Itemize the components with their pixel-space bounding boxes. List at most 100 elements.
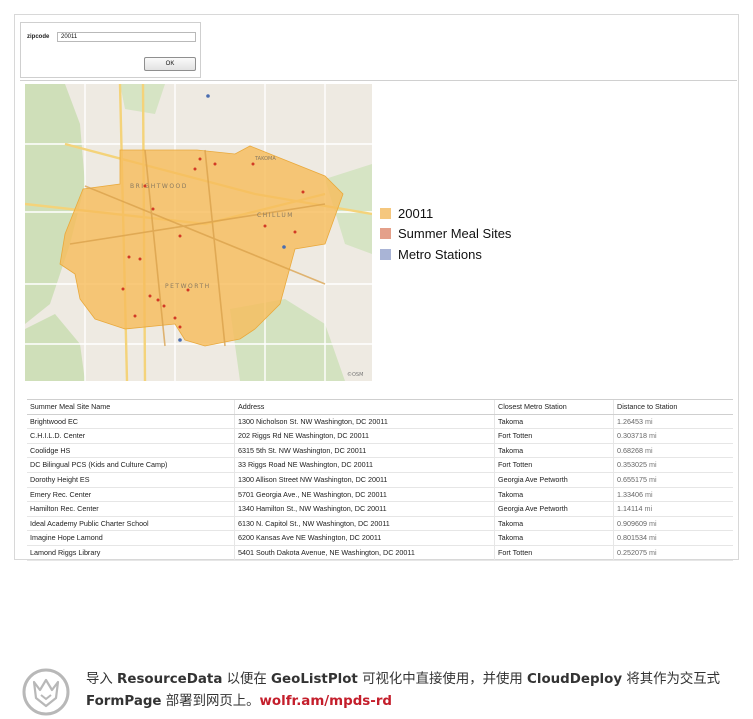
wolfram-wolf-logo-icon bbox=[22, 668, 70, 716]
metro-station-cell: Georgia Ave Petworth bbox=[495, 472, 614, 487]
zipcode-input[interactable]: 20011 bbox=[57, 32, 196, 42]
table-row: C.H.I.L.D. Center 202 Riggs Rd NE Washing… bbox=[27, 429, 733, 444]
address-cell: 5401 South Dakota Avenue, NE Washington,… bbox=[235, 545, 495, 560]
site-name-cell: Dorothy Height ES bbox=[27, 472, 235, 487]
footer-term-geolistplot: GeoListPlot bbox=[271, 672, 358, 687]
distance-value: 1.33406 bbox=[617, 489, 643, 499]
site-name-cell: Emery Rec. Center bbox=[27, 487, 235, 502]
legend-item-zipcode: 20011 bbox=[380, 203, 511, 224]
metro-station-cell: Takoma bbox=[495, 443, 614, 458]
distance-value: 1.14114 bbox=[617, 504, 643, 514]
metro-station-cell: Georgia Ave Petworth bbox=[495, 502, 614, 516]
metro-station-cell: Takoma bbox=[495, 516, 614, 531]
distance-value: 0.909609 bbox=[617, 518, 647, 528]
address-cell: 1300 Nicholson St. NW Washington, DC 200… bbox=[235, 414, 495, 429]
distance-unit: mi bbox=[644, 445, 653, 455]
metro-station-cell: Fort Totten bbox=[495, 429, 614, 443]
site-name-cell: DC Bilingual PCS (Kids and Culture Camp) bbox=[27, 458, 235, 472]
legend-label: Metro Stations bbox=[398, 246, 482, 262]
site-name-cell: Hamilton Rec. Center bbox=[27, 502, 235, 516]
distance-cell: 0.303718 mi bbox=[614, 429, 733, 443]
distance-unit: mi bbox=[648, 518, 657, 528]
column-header: Summer Meal Site Name bbox=[27, 400, 235, 414]
footer-link[interactable]: wolfr.am/mpds-rd bbox=[260, 694, 393, 709]
distance-value: 0.801534 bbox=[617, 533, 647, 543]
distance-cell: 0.801534 mi bbox=[614, 531, 733, 545]
footer-text-part: 部署到网页上。 bbox=[161, 694, 260, 709]
distance-cell: 0.252075 mi bbox=[614, 546, 733, 560]
site-name-cell: Coolidge HS bbox=[27, 443, 235, 458]
legend-swatch bbox=[380, 248, 391, 260]
site-name-cell: Lamond Riggs Library bbox=[27, 545, 235, 560]
distance-unit: mi bbox=[648, 431, 657, 441]
footer-text-part: 导入 bbox=[86, 672, 118, 687]
map-label-brightwood: BRIGHTWOOD bbox=[130, 183, 188, 190]
distance-value: 0.303718 bbox=[617, 431, 647, 441]
distance-cell: 1.14114 mi bbox=[614, 502, 733, 516]
distance-cell: 0.68268 mi bbox=[614, 444, 733, 458]
address-cell: 202 Riggs Rd NE Washington, DC 20011 bbox=[235, 429, 495, 443]
column-header: Address bbox=[235, 400, 495, 414]
table-row: DC Bilingual PCS (Kids and Culture Camp)… bbox=[27, 458, 733, 473]
distance-value: 1.26453 bbox=[617, 416, 643, 426]
footer-term-formpage: FormPage bbox=[86, 694, 162, 709]
legend-swatch bbox=[380, 207, 391, 219]
table-row: Emery Rec. Center 5701 Georgia Ave., NE W… bbox=[27, 487, 733, 503]
metro-station-cell: Fort Totten bbox=[495, 458, 614, 472]
legend-swatch bbox=[380, 228, 391, 240]
distance-cell: 1.33406 mi bbox=[614, 488, 733, 502]
distance-unit: mi bbox=[644, 504, 653, 514]
legend-label: Summer Meal Sites bbox=[398, 226, 512, 242]
table-row: Lamond Riggs Library 5401 South Dakota Av… bbox=[27, 545, 733, 561]
table-row: Hamilton Rec. Center 1340 Hamilton St., N… bbox=[27, 502, 733, 517]
distance-cell: 1.26453 mi bbox=[614, 415, 733, 429]
distance-cell: 0.655175 mi bbox=[614, 473, 733, 487]
distance-value: 0.353025 bbox=[617, 460, 647, 470]
footer-text-part: 将其作为交互式 bbox=[622, 672, 721, 687]
distance-cell: 0.909609 mi bbox=[614, 517, 733, 531]
address-cell: 1340 Hamilton St., NW Washington, DC 200… bbox=[235, 502, 495, 516]
table-row: Imagine Hope Lamond 6200 Kansas Ave NE Wa… bbox=[27, 531, 733, 546]
ok-button[interactable]: OK bbox=[144, 57, 196, 71]
geo-map: BRIGHTWOOD PETWORTH CHILLUM TAKOMA ©OSM bbox=[25, 84, 372, 381]
distance-unit: mi bbox=[648, 547, 657, 557]
distance-cell: 0.353025 mi bbox=[614, 458, 733, 472]
distance-unit: mi bbox=[648, 533, 657, 543]
table-row: Ideal Academy Public Charter School 6130 … bbox=[27, 516, 733, 532]
legend-item-meal-sites: Summer Meal Sites bbox=[380, 224, 511, 245]
site-name-cell: Brightwood EC bbox=[27, 414, 235, 429]
site-name-cell: C.H.I.L.D. Center bbox=[27, 429, 235, 443]
distance-unit: mi bbox=[648, 460, 657, 470]
site-name-cell: Ideal Academy Public Charter School bbox=[27, 516, 235, 531]
metro-station-cell: Takoma bbox=[495, 531, 614, 545]
address-cell: 6130 N. Capitol St., NW Washington, DC 2… bbox=[235, 516, 495, 531]
address-cell: 5701 Georgia Ave., NE Washington, DC 200… bbox=[235, 487, 495, 502]
column-header: Closest Metro Station bbox=[495, 400, 614, 414]
column-header: Distance to Station bbox=[617, 402, 678, 411]
map-watermark: ©OSM bbox=[347, 371, 363, 378]
footer-term-clouddeploy: CloudDeploy bbox=[527, 672, 623, 687]
map-label-takoma: TAKOMA bbox=[254, 156, 276, 162]
metro-station-cell: Fort Totten bbox=[495, 545, 614, 560]
map-label-chillum: CHILLUM bbox=[257, 212, 294, 219]
legend-label: 20011 bbox=[398, 205, 434, 221]
distance-value: 0.655175 bbox=[617, 474, 647, 484]
footer-term-resourcedata: ResourceData bbox=[117, 672, 223, 687]
address-cell: 33 Riggs Road NE Washington, DC 20011 bbox=[235, 458, 495, 472]
distance-unit: mi bbox=[644, 416, 653, 426]
zipcode-label: zipcode bbox=[27, 34, 50, 40]
site-name-cell: Imagine Hope Lamond bbox=[27, 531, 235, 545]
footer-caption: 导入 ResourceData 以便在 GeoListPlot 可视化中直接使用… bbox=[0, 650, 753, 719]
address-cell: 6200 Kansas Ave NE Washington, DC 20011 bbox=[235, 531, 495, 545]
meal-sites-table: Summer Meal Site Name Address Closest Me… bbox=[27, 399, 733, 561]
map-legend: 20011 Summer Meal Sites Metro Stations bbox=[380, 203, 511, 265]
footer-text-part: 可视化中直接使用，并使用 bbox=[357, 672, 528, 687]
footer-text-part: 以便在 bbox=[222, 672, 272, 687]
legend-item-metro-stations: Metro Stations bbox=[380, 244, 511, 265]
distance-unit: mi bbox=[648, 474, 657, 484]
distance-unit: mi bbox=[644, 489, 653, 499]
zipcode-form: zipcode 20011 OK bbox=[20, 22, 201, 78]
distance-value: 0.68268 bbox=[617, 445, 643, 455]
table-row: Coolidge HS 6315 5th St. NW Washington, D… bbox=[27, 443, 733, 459]
metro-station-cell: Takoma bbox=[495, 414, 614, 429]
